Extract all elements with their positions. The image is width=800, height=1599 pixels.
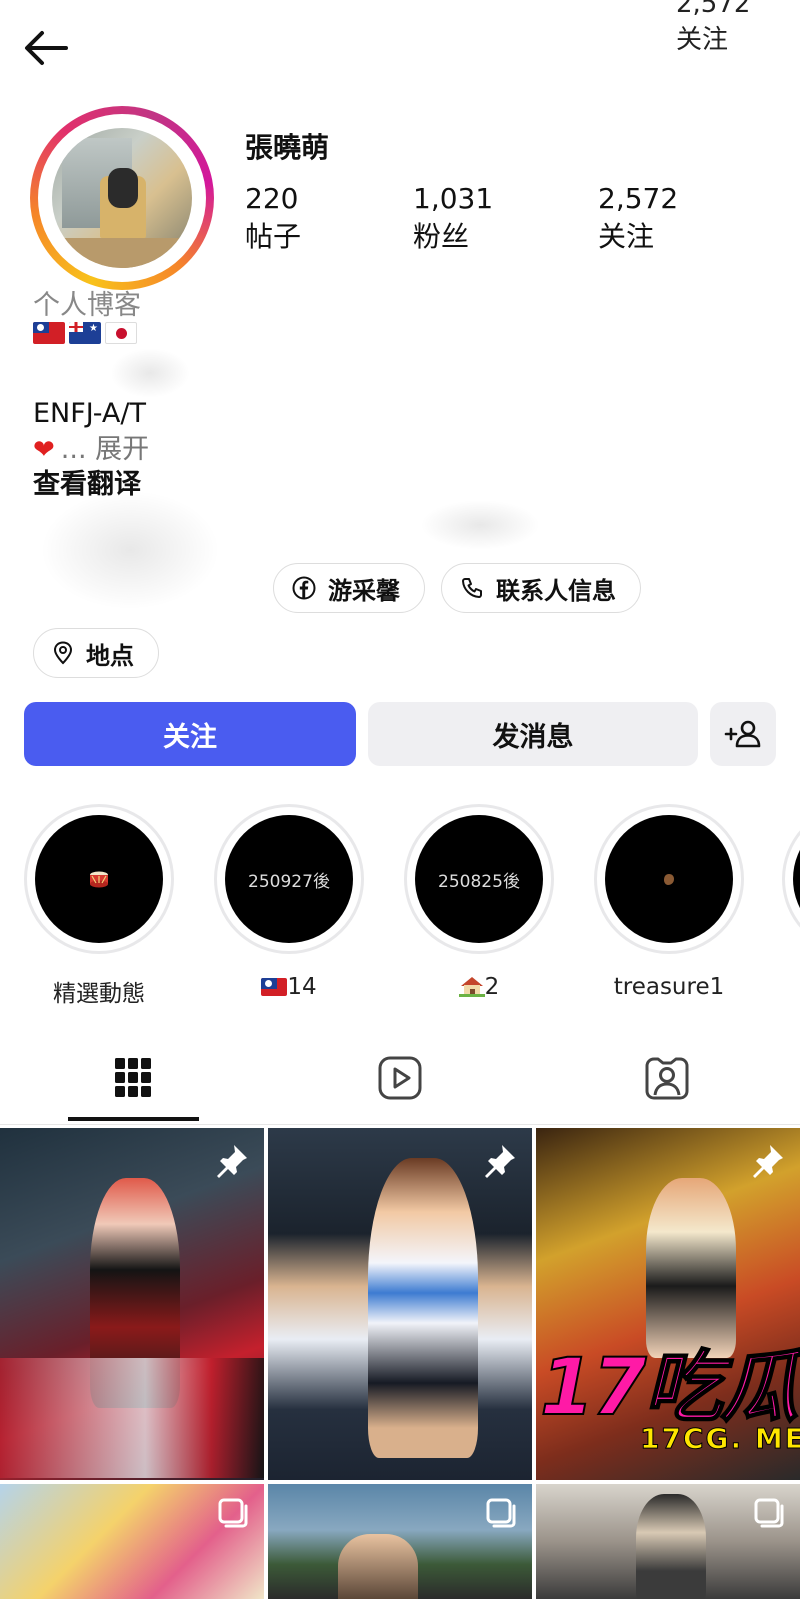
facebook-chip-label: 游采馨 (328, 576, 400, 605)
followers-stat[interactable]: 1,031 粉丝 (413, 180, 493, 256)
avatar[interactable] (30, 106, 214, 290)
japan-flag-icon (105, 322, 137, 344)
pin-icon (217, 1145, 247, 1178)
reels-icon (378, 1056, 422, 1100)
post-thumbnail[interactable] (536, 1484, 800, 1599)
taiwan-flag-icon (33, 322, 65, 344)
watermark-big-text: 17吃瓜 (539, 1343, 800, 1433)
suggest-users-button[interactable] (710, 702, 776, 766)
facebook-chip[interactable]: 游采馨 (273, 563, 425, 613)
highlight-item[interactable]: 250825後 2 (404, 804, 554, 1000)
highlight-label: 14 (214, 974, 364, 1000)
highlight-label: treasure1 (613, 974, 725, 1000)
tab-posts[interactable] (0, 1030, 266, 1126)
hand-icon (664, 874, 674, 885)
location-pin-icon (53, 641, 73, 665)
bio-flags (33, 322, 137, 344)
bio-more-text: ... 展开 (60, 434, 150, 465)
profile-tabs (0, 1030, 800, 1126)
highlight-cover: 250927後 (225, 815, 353, 943)
multi-photo-icon (486, 1498, 516, 1528)
location-label: 地点 (86, 641, 134, 670)
watermark-small-text: 17CG. ME (640, 1422, 800, 1456)
multi-photo-icon (754, 1498, 784, 1528)
drum-icon (90, 871, 108, 888)
post-thumbnail[interactable] (268, 1484, 532, 1599)
posts-count: 220 (245, 182, 299, 215)
australia-flag-icon (69, 322, 101, 344)
follow-button[interactable]: 关注 (24, 702, 356, 766)
contact-info-chip[interactable]: 联系人信息 (441, 563, 641, 613)
back-arrow-icon (25, 31, 68, 65)
pin-icon (753, 1145, 783, 1178)
house-icon (458, 977, 485, 997)
top-following-label: 关注 (676, 25, 729, 55)
tagged-icon (645, 1057, 689, 1100)
following-stat[interactable]: 2,572 关注 (598, 180, 678, 256)
highlight-cover: 250825後 (415, 815, 543, 943)
post-thumbnail[interactable] (268, 1128, 532, 1480)
highlight-item[interactable]: 精選動態 (24, 804, 174, 1008)
following-label: 关注 (598, 220, 655, 253)
highlight-label: 精選動態 (53, 981, 145, 1007)
highlight-label: 2 (404, 974, 554, 1000)
grid-icon (115, 1058, 151, 1097)
highlight-item-partial[interactable] (782, 804, 800, 954)
post-thumbnail[interactable] (0, 1484, 264, 1599)
highlight-cover (35, 815, 163, 943)
bio-mbti: ENFJ-A/T (33, 398, 146, 429)
avatar-photo (52, 128, 192, 268)
tab-tagged[interactable] (534, 1030, 800, 1126)
profile-name: 張曉萌 (245, 131, 330, 164)
bio-expand[interactable]: ❤ ... 展开 (33, 432, 149, 468)
highlight-item[interactable]: treasure1 (594, 804, 744, 1000)
taiwan-flag-icon (261, 978, 288, 996)
post-thumbnail[interactable] (0, 1128, 264, 1480)
highlight-cover (605, 815, 733, 943)
followers-count: 1,031 (413, 182, 494, 215)
top-following-count: 2,572 (676, 0, 751, 19)
top-following-stat[interactable]: 2,572 关注 (676, 0, 750, 58)
tab-reels[interactable] (267, 1030, 533, 1126)
posts-label: 帖子 (245, 220, 302, 253)
posts-stat[interactable]: 220 帖子 (245, 180, 301, 256)
following-count: 2,572 (598, 182, 679, 215)
add-user-icon (724, 720, 761, 748)
profile-category: 个人博客 (33, 290, 141, 321)
location-chip[interactable]: 地点 (33, 628, 159, 678)
phone-icon (462, 578, 482, 598)
back-button[interactable] (22, 26, 72, 70)
message-button[interactable]: 发消息 (368, 702, 698, 766)
highlight-item[interactable]: 250927後 14 (214, 804, 364, 1000)
facebook-icon (292, 576, 316, 600)
multi-photo-icon (218, 1498, 248, 1528)
followers-label: 粉丝 (413, 220, 470, 253)
contact-info-label: 联系人信息 (496, 576, 616, 605)
watermark-logo: 17吃瓜 17CG. ME (536, 1343, 800, 1468)
heart-icon: ❤ (33, 435, 55, 465)
pin-icon (485, 1145, 515, 1178)
active-tab-indicator (68, 1117, 199, 1121)
